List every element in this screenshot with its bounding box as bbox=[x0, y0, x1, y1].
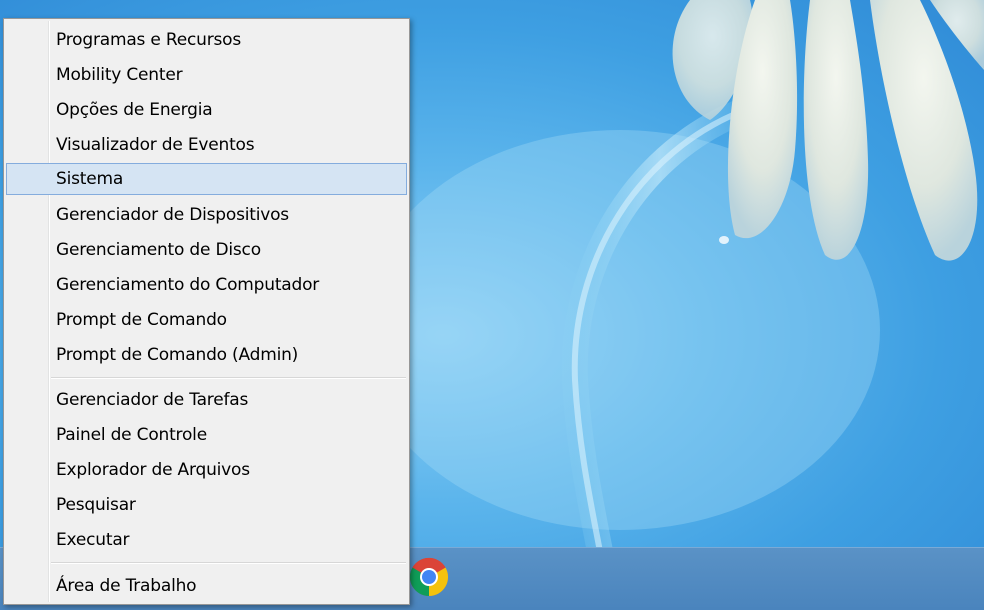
menu-item-label: Opções de Energia bbox=[56, 100, 213, 120]
menu-item-label: Explorador de Arquivos bbox=[56, 460, 250, 480]
menu-item-label: Programas e Recursos bbox=[56, 30, 242, 50]
menu-item-mobility-center[interactable]: Mobility Center bbox=[6, 59, 407, 91]
winx-context-menu: Programas e Recursos Mobility Center Opç… bbox=[3, 18, 410, 605]
menu-item-area-de-trabalho[interactable]: Área de Trabalho bbox=[6, 570, 407, 602]
menu-item-label: Pesquisar bbox=[56, 495, 136, 515]
menu-item-label: Executar bbox=[56, 530, 130, 550]
menu-item-label: Gerenciamento do Computador bbox=[56, 275, 320, 295]
menu-item-painel-de-controle[interactable]: Painel de Controle bbox=[6, 419, 407, 451]
menu-item-prompt-de-comando-admin[interactable]: Prompt de Comando (Admin) bbox=[6, 339, 407, 371]
menu-item-gerenciador-de-dispositivos[interactable]: Gerenciador de Dispositivos bbox=[6, 199, 407, 231]
menu-item-opcoes-de-energia[interactable]: Opções de Energia bbox=[6, 94, 407, 126]
menu-item-sistema[interactable]: Sistema bbox=[6, 163, 407, 195]
menu-item-label: Mobility Center bbox=[56, 65, 183, 85]
menu-item-label: Visualizador de Eventos bbox=[56, 135, 255, 155]
menu-item-label: Sistema bbox=[56, 169, 124, 189]
menu-item-label: Área de Trabalho bbox=[56, 576, 197, 596]
menu-item-gerenciamento-do-computador[interactable]: Gerenciamento do Computador bbox=[6, 269, 407, 301]
menu-item-visualizador-de-eventos[interactable]: Visualizador de Eventos bbox=[6, 129, 407, 161]
menu-item-label: Gerenciador de Tarefas bbox=[56, 390, 249, 410]
menu-item-explorador-de-arquivos[interactable]: Explorador de Arquivos bbox=[6, 454, 407, 486]
menu-item-label: Painel de Controle bbox=[56, 425, 207, 445]
chrome-icon bbox=[409, 557, 449, 597]
menu-separator bbox=[51, 377, 406, 379]
menu-item-gerenciamento-de-disco[interactable]: Gerenciamento de Disco bbox=[6, 234, 407, 266]
menu-item-label: Gerenciador de Dispositivos bbox=[56, 205, 289, 225]
chrome-taskbar-button[interactable] bbox=[405, 553, 453, 601]
menu-item-label: Prompt de Comando bbox=[56, 310, 227, 330]
menu-item-pesquisar[interactable]: Pesquisar bbox=[6, 489, 407, 521]
menu-item-executar[interactable]: Executar bbox=[6, 524, 407, 556]
menu-item-gerenciador-de-tarefas[interactable]: Gerenciador de Tarefas bbox=[6, 384, 407, 416]
menu-item-label: Prompt de Comando (Admin) bbox=[56, 345, 299, 365]
menu-separator bbox=[51, 562, 406, 564]
menu-item-label: Gerenciamento de Disco bbox=[56, 240, 261, 260]
menu-item-programas-e-recursos[interactable]: Programas e Recursos bbox=[6, 24, 407, 56]
menu-item-prompt-de-comando[interactable]: Prompt de Comando bbox=[6, 304, 407, 336]
